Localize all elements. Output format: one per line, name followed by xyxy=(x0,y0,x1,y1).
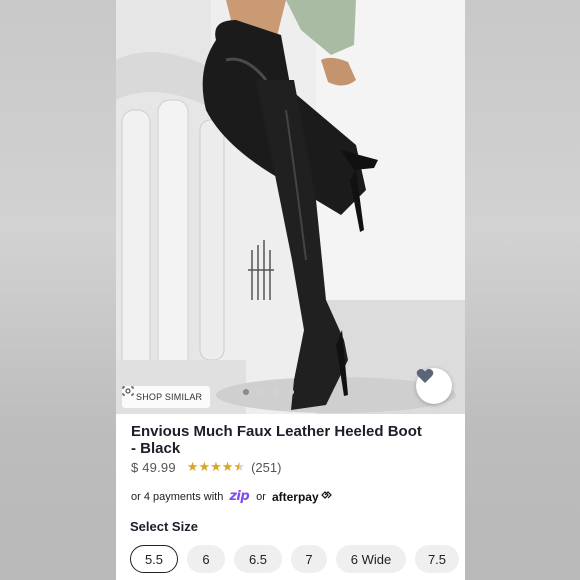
product-title-line2: - Black xyxy=(131,440,181,457)
size-option-5-5[interactable]: 5.5 xyxy=(130,545,178,573)
size-option-6[interactable]: 6 xyxy=(187,545,225,573)
pager-dot[interactable] xyxy=(288,389,294,395)
price-rating-row: $ 49.99 ★ ★ ★ ★ ★ (251) xyxy=(131,460,281,475)
size-options: 5.5 6 6.5 7 6 Wide 7.5 xyxy=(130,545,459,573)
size-option-6-5[interactable]: 6.5 xyxy=(234,545,282,573)
boot-photo-illustration xyxy=(116,0,465,414)
product-photo[interactable]: SHOP SIMILAR xyxy=(116,0,465,414)
zip-label: zip xyxy=(229,489,250,504)
star-half-icon: ★ xyxy=(233,460,246,475)
product-title: Envious Much Faux Leather Heeled Boot - … xyxy=(131,423,451,457)
afterpay-logo[interactable]: afterpay xyxy=(272,490,319,504)
product-title-line1: Envious Much Faux Leather Heeled Boot xyxy=(131,423,422,440)
product-page: SHOP SIMILAR Envious Much Faux Leather H… xyxy=(116,0,465,580)
pager-dot[interactable] xyxy=(243,389,249,395)
background-blur-left xyxy=(0,0,116,580)
size-option-6-wide[interactable]: 6 Wide xyxy=(336,545,406,573)
zip-logo[interactable]: zip xyxy=(229,489,249,504)
payment-options: or 4 payments with zip or afterpay xyxy=(131,489,332,504)
size-option-7-5[interactable]: 7.5 xyxy=(415,545,459,573)
afterpay-arrows-icon xyxy=(320,490,332,503)
rating-count[interactable]: (251) xyxy=(251,460,281,475)
shop-similar-label: SHOP SIMILAR xyxy=(136,392,203,402)
rating-stars[interactable]: ★ ★ ★ ★ ★ xyxy=(187,461,245,474)
star-icon: ★ xyxy=(186,460,199,475)
image-pager-dots xyxy=(243,389,294,395)
size-option-7[interactable]: 7 xyxy=(291,545,327,573)
star-icon: ★ xyxy=(198,460,211,475)
star-icon: ★ xyxy=(221,460,234,475)
pager-dot[interactable] xyxy=(258,389,264,395)
favorite-button[interactable] xyxy=(416,368,452,404)
payments-or: or xyxy=(256,490,266,503)
star-icon: ★ xyxy=(210,460,222,475)
select-size-label: Select Size xyxy=(130,519,198,534)
payments-prefix: or 4 payments with xyxy=(131,490,224,503)
price: $ 49.99 xyxy=(131,460,176,475)
shop-similar-button[interactable]: SHOP SIMILAR xyxy=(122,386,211,408)
pager-dot[interactable] xyxy=(273,389,279,395)
background-blur-right xyxy=(465,0,580,580)
